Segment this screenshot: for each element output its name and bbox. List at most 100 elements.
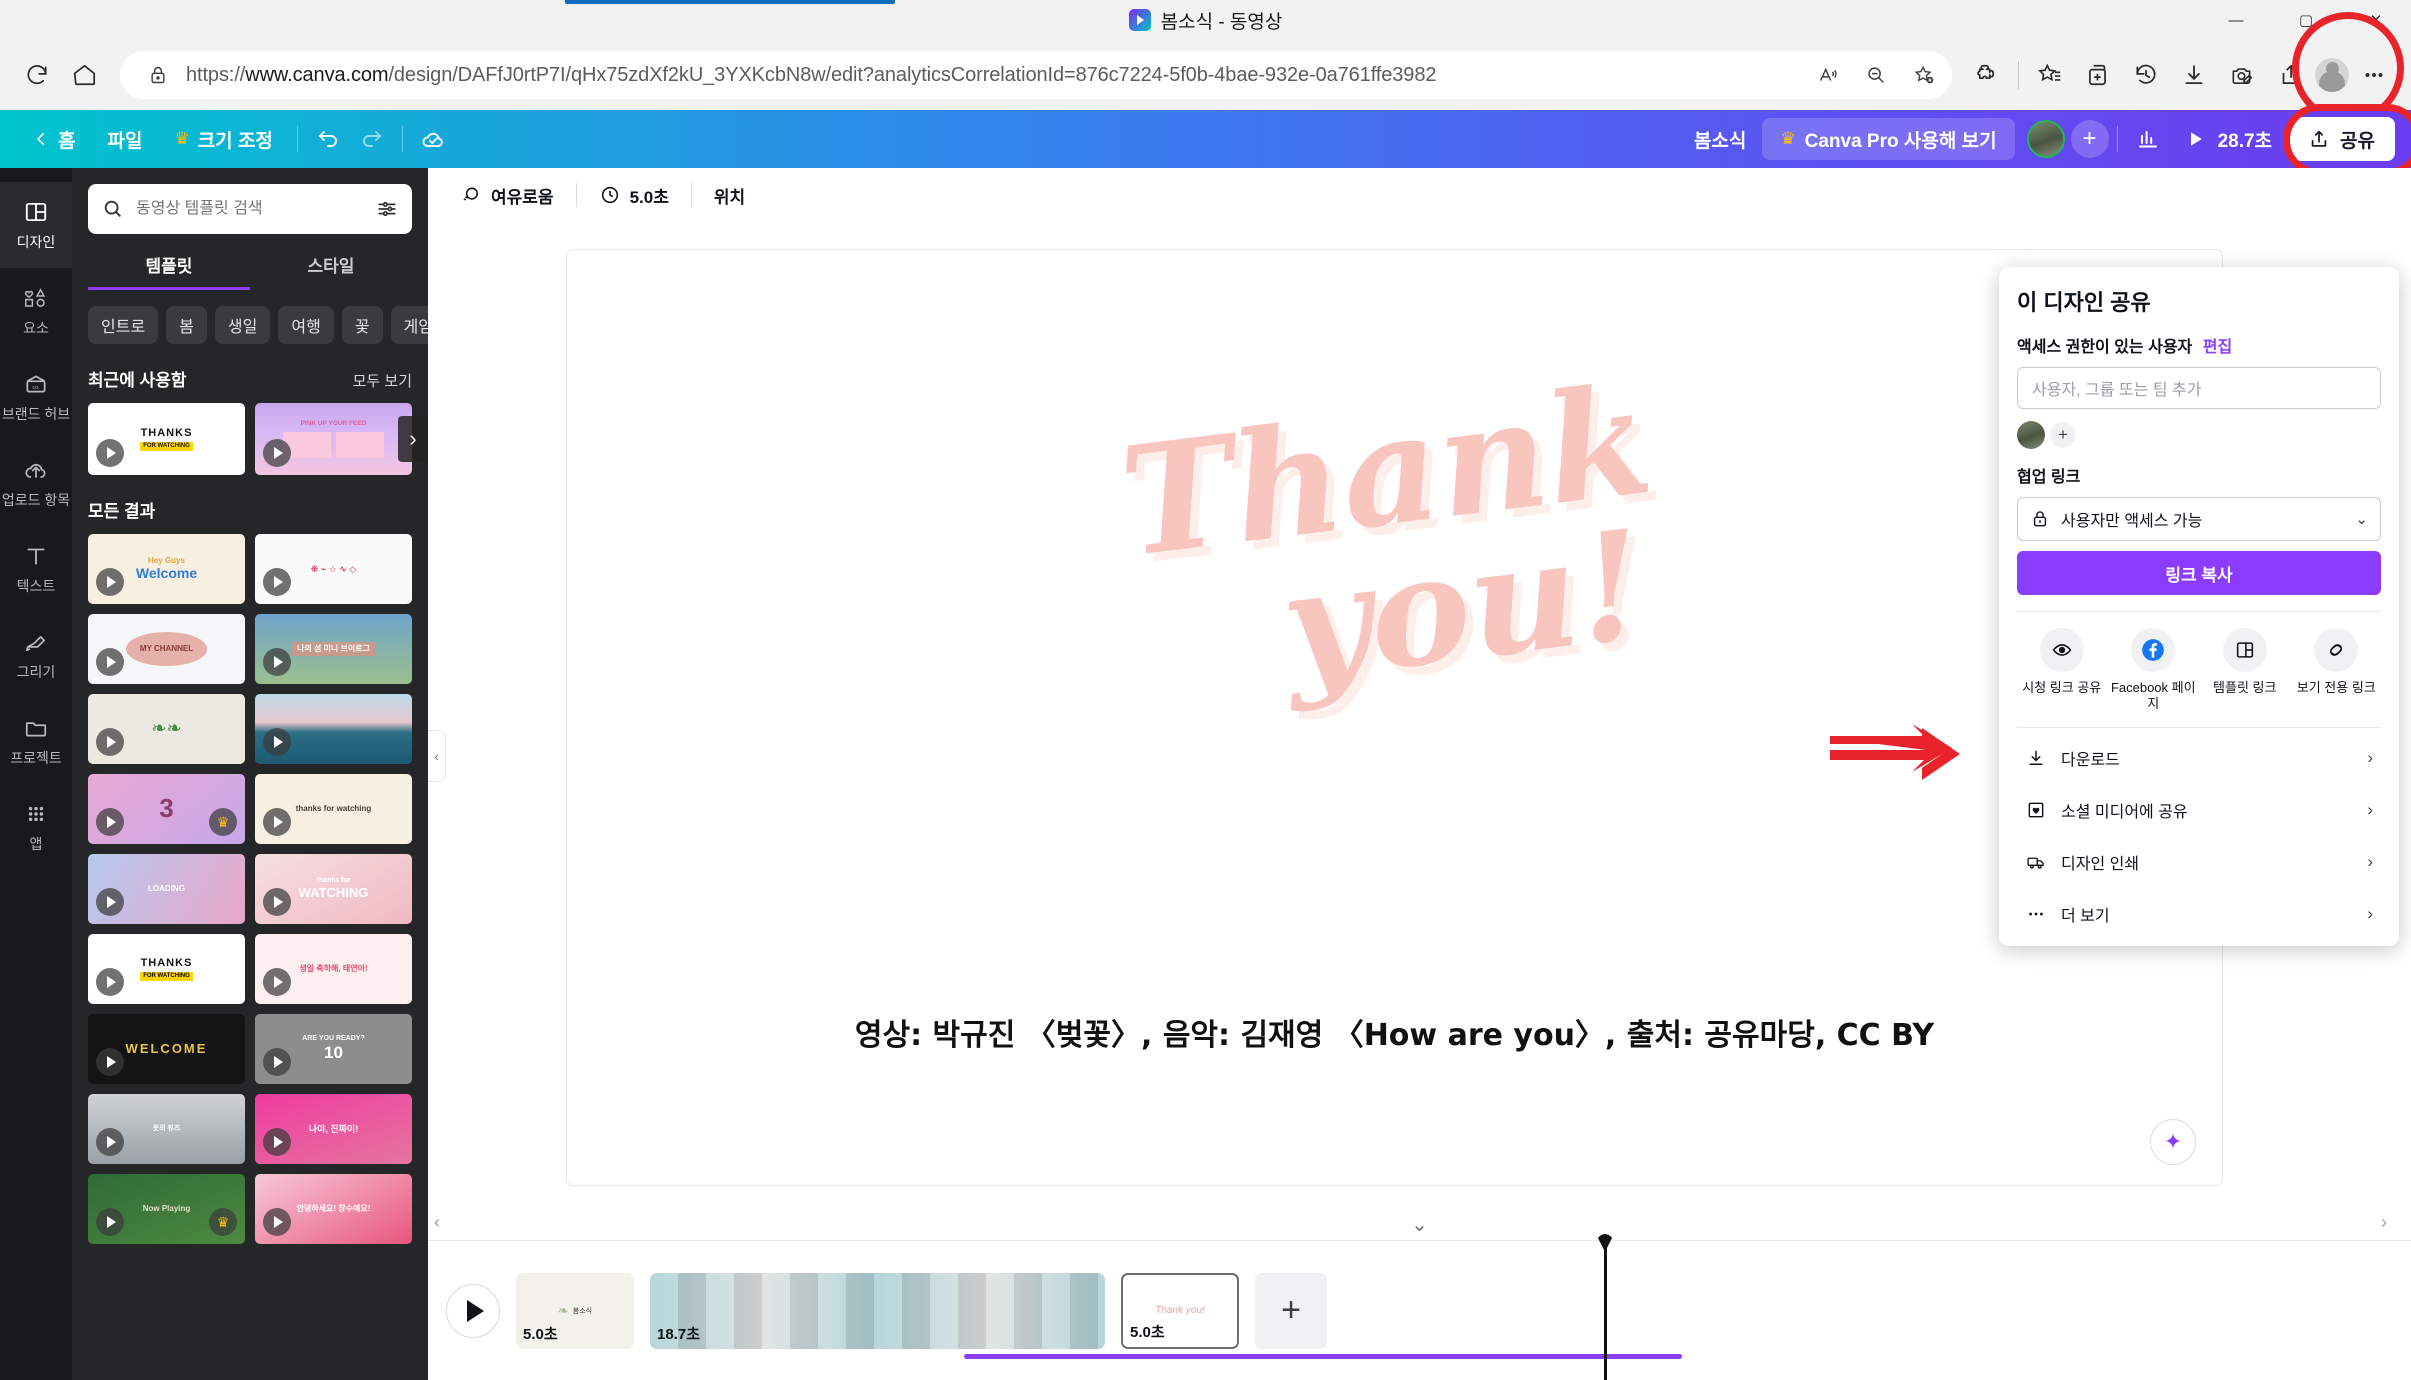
play-icon[interactable] — [263, 1128, 291, 1156]
play-icon[interactable] — [96, 439, 124, 467]
try-canva-pro-button[interactable]: ♛ Canva Pro 사용해 보기 — [1762, 118, 2015, 160]
animation-button[interactable]: 여유로움 — [446, 176, 568, 214]
history-icon[interactable] — [2123, 52, 2169, 98]
add-avatar-button[interactable]: + — [2050, 422, 2076, 448]
chip-spring[interactable]: 봄 — [166, 306, 207, 344]
zoom-out-icon[interactable] — [1856, 55, 1896, 95]
share-icon[interactable] — [2267, 52, 2313, 98]
avatar[interactable] — [2017, 421, 2045, 449]
chevron-down-icon[interactable]: ⌄ — [2355, 510, 2368, 528]
list-item[interactable]: 생일 축하해, 태연아! — [255, 934, 412, 1004]
sidebar-item-draw[interactable]: 그리기 — [0, 612, 72, 698]
list-item[interactable]: 나야, 진짜이! — [255, 1094, 412, 1164]
menu-item-more[interactable]: 더 보기 › — [2017, 888, 2381, 940]
play-button[interactable] — [446, 1283, 500, 1338]
list-item[interactable]: THANKS FOR WATCHING — [88, 934, 245, 1004]
recent-next-button[interactable]: › — [398, 416, 428, 462]
play-icon[interactable] — [96, 888, 124, 916]
list-item[interactable]: ❋ ⌁ ☆ ∿ ◇ — [255, 534, 412, 604]
active-tab-indicator[interactable] — [565, 0, 895, 4]
profile-icon[interactable] — [2315, 58, 2349, 92]
position-button[interactable]: 위치 — [700, 176, 759, 214]
chip-travel[interactable]: 여행 — [278, 306, 334, 344]
timeline-clip-3[interactable]: Thank you! 5.0초 — [1121, 1272, 1239, 1349]
sidebar-item-brand-hub[interactable]: co. 브랜드 허브 — [0, 354, 72, 440]
minimize-button[interactable]: — — [2201, 0, 2271, 40]
invite-members-button[interactable]: + — [2070, 120, 2109, 158]
magic-studio-icon[interactable]: ✦ — [2150, 1119, 2196, 1165]
play-icon[interactable] — [263, 728, 291, 756]
scroll-right-icon[interactable]: › — [2381, 1212, 2387, 1233]
panel-collapse-button[interactable]: ‹ — [428, 730, 446, 782]
cloud-saved-icon[interactable] — [411, 119, 455, 159]
play-icon[interactable] — [96, 1128, 124, 1156]
sidebar-item-uploads[interactable]: 업로드 항목 — [0, 440, 72, 526]
downloads-icon[interactable] — [2171, 52, 2217, 98]
list-item[interactable]: thanks for watching — [255, 774, 412, 844]
list-item[interactable]: WELCOME — [88, 1014, 245, 1084]
list-item[interactable]: ❧❧ — [88, 694, 245, 764]
chip-intro[interactable]: 인트로 — [88, 306, 159, 344]
list-item[interactable]: 안녕하세요! 창수예요! — [255, 1174, 412, 1244]
timeline-clip-2[interactable]: 18.7초 — [650, 1272, 1105, 1349]
sidebar-item-elements[interactable]: 요소 — [0, 268, 72, 354]
chip-game[interactable]: 게임 — [390, 306, 428, 344]
menu-item-social-share[interactable]: 소셜 미디어에 공유 › — [2017, 784, 2381, 836]
list-item[interactable]: 옷의 뷰즈 — [88, 1094, 245, 1164]
home-button[interactable]: 홈 — [16, 119, 91, 159]
add-people-input[interactable]: 사용자, 그룹 또는 팀 추가 — [2017, 367, 2381, 409]
playhead[interactable] — [1604, 1248, 1607, 1380]
list-item[interactable]: Now Playing ♛ — [88, 1174, 245, 1244]
list-item[interactable]: THANKS FOR WATCHING — [88, 403, 245, 475]
search-input[interactable] — [136, 200, 364, 218]
url-text[interactable]: https://www.canva.com/design/DAFfJ0rtP7I… — [186, 64, 1800, 87]
play-icon[interactable] — [263, 439, 291, 467]
more-options-icon[interactable] — [2351, 52, 2397, 98]
scroll-left-icon[interactable]: ‹ — [434, 1212, 440, 1233]
play-icon[interactable] — [263, 568, 291, 596]
play-duration-button[interactable]: 28.7초 — [2170, 119, 2288, 159]
quick-action-facebook[interactable]: Facebook 페이지 — [2109, 628, 2199, 713]
list-item[interactable]: 3 ♛ — [88, 774, 245, 844]
sidebar-item-apps[interactable]: 앱 — [0, 784, 72, 870]
tab-styles[interactable]: 스타일 — [250, 252, 412, 290]
clip-duration-button[interactable]: 5.0초 — [585, 176, 683, 214]
chip-birthday[interactable]: 생일 — [214, 306, 271, 344]
chip-flower[interactable]: 꽃 — [341, 306, 383, 344]
quick-action-watch-link[interactable]: 시청 링크 공유 — [2017, 628, 2107, 713]
file-menu-button[interactable]: 파일 — [91, 119, 158, 159]
sidebar-item-projects[interactable]: 프로젝트 — [0, 698, 72, 784]
play-icon[interactable] — [96, 1208, 124, 1236]
sidebar-item-text[interactable]: 텍스트 — [0, 526, 72, 612]
add-scene-button[interactable]: + — [1255, 1272, 1327, 1349]
address-bar[interactable]: https://www.canva.com/design/DAFfJ0rtP7I… — [120, 51, 1952, 99]
favorites-icon[interactable] — [2027, 52, 2073, 98]
play-icon[interactable] — [96, 968, 124, 996]
timeline-progress-bar[interactable] — [964, 1354, 1682, 1359]
browser-tab[interactable]: 봄소식 - 동영상 — [1128, 7, 1282, 34]
play-icon[interactable] — [263, 648, 291, 676]
see-all-link[interactable]: 모두 보기 — [353, 370, 412, 391]
insights-icon[interactable] — [2126, 119, 2170, 159]
play-icon[interactable] — [263, 1048, 291, 1076]
list-item[interactable]: LOADING — [88, 854, 245, 924]
menu-item-download[interactable]: 다운로드 › — [2017, 732, 2381, 784]
edit-access-link[interactable]: 편집 — [2203, 339, 2232, 356]
thank-you-text[interactable]: Thank you! — [1112, 352, 1676, 717]
collections-icon[interactable] — [2075, 52, 2121, 98]
sidebar-item-design[interactable]: 디자인 — [0, 182, 72, 268]
add-favorite-icon[interactable] — [1904, 55, 1944, 95]
play-icon[interactable] — [263, 1208, 291, 1236]
play-icon[interactable] — [96, 808, 124, 836]
extensions-icon[interactable] — [1964, 52, 2010, 98]
play-icon[interactable] — [96, 728, 124, 756]
list-item[interactable]: MY CHANNEL — [88, 614, 245, 684]
list-item[interactable]: 나의 섬 미니 브이로그 — [255, 614, 412, 684]
play-icon[interactable] — [96, 1048, 124, 1076]
refresh-icon[interactable] — [14, 52, 60, 98]
list-item[interactable]: PINK UP YOUR FEED — [255, 403, 412, 475]
document-title[interactable]: 봄소식 — [1678, 119, 1762, 159]
close-button[interactable]: ✕ — [2341, 0, 2411, 40]
avatar[interactable] — [2026, 120, 2065, 158]
maximize-button[interactable]: ▢ — [2271, 0, 2341, 40]
